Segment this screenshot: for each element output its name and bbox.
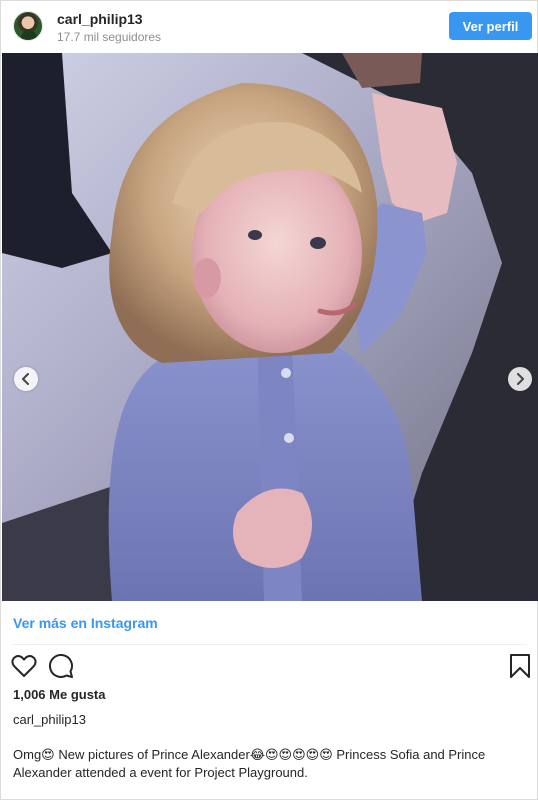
follower-count: 17.7 mil seguidores: [57, 30, 162, 44]
like-button[interactable]: [10, 652, 38, 680]
chevron-left-icon: [22, 373, 29, 385]
comment-icon: [49, 654, 73, 678]
post-photo[interactable]: [2, 53, 538, 601]
heart-icon: [11, 655, 37, 677]
previous-photo-button[interactable]: [14, 367, 38, 391]
avatar[interactable]: [13, 11, 43, 41]
like-count[interactable]: 1,006 Me gusta: [13, 687, 106, 702]
caption-author[interactable]: carl_philip13: [13, 712, 86, 727]
view-more-on-instagram-link[interactable]: Ver más en Instagram: [13, 615, 158, 631]
post-caption: Omg😍 New pictures of Prince Alexander😂😍😍…: [13, 747, 486, 780]
save-button[interactable]: [506, 652, 534, 680]
view-profile-button[interactable]: Ver perfil: [449, 12, 532, 40]
photo-illustration: [2, 53, 538, 601]
chevron-right-icon: [517, 373, 524, 385]
bookmark-icon: [510, 654, 530, 678]
username[interactable]: carl_philip13: [57, 11, 143, 27]
divider: [13, 644, 527, 645]
post-header: carl_philip13 17.7 mil seguidores Ver pe…: [1, 1, 538, 53]
comment-button[interactable]: [47, 652, 75, 680]
instagram-embed-card: carl_philip13 17.7 mil seguidores Ver pe…: [0, 0, 538, 800]
next-photo-button[interactable]: [508, 367, 532, 391]
